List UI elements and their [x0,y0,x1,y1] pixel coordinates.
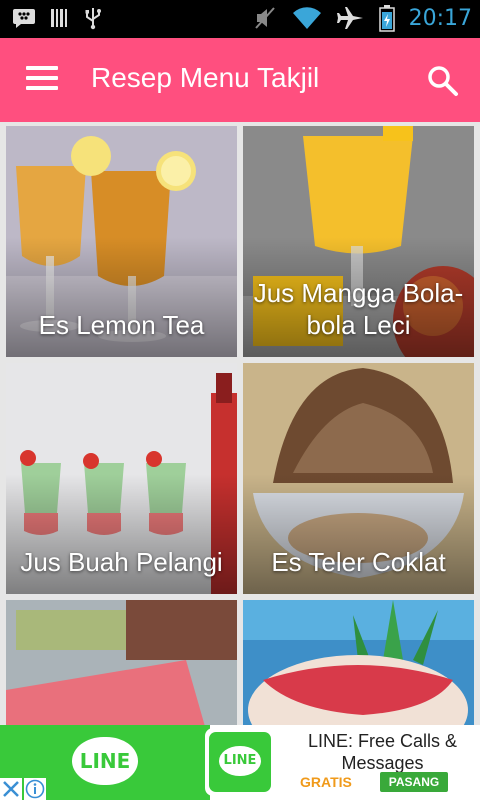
ad-title: LINE: Free Calls & Messages [307,731,458,773]
status-bar: 20:17 [0,0,480,38]
recipe-card[interactable]: Es Lemon Tea [6,126,237,357]
recipe-image [6,600,237,728]
battery-icon [378,4,395,32]
info-icon[interactable] [24,778,46,800]
app-bar: Resep Menu Takjil [0,38,480,122]
wifi-icon [291,5,323,31]
recipe-title: Jus Mangga Bola-bola Leci [253,278,464,340]
ad-banner[interactable]: LINE LINE LINE: Free Calls & Messages GR… [0,725,480,800]
line-app-icon[interactable]: LINE [205,728,275,796]
recipe-image [243,600,474,728]
hamburger-menu-icon[interactable] [26,66,58,94]
recipe-card[interactable]: Jus Buah Pelangi [6,363,237,594]
recipe-title: Es Teler Coklat [271,547,446,577]
ad-price: GRATIS [300,774,352,790]
recipe-title: Jus Buah Pelangi [20,547,223,577]
install-button[interactable]: PASANG [380,772,448,792]
airplane-icon [336,5,365,31]
barcode-icon [50,7,70,29]
bbm-icon [12,7,36,29]
close-icon[interactable] [0,778,22,800]
recipe-card[interactable]: Es Teler Coklat [243,363,474,594]
recipe-card[interactable] [6,600,237,728]
recipe-card[interactable]: Jus Mangga Bola-bola Leci [243,126,474,357]
recipe-card[interactable] [243,600,474,728]
search-icon[interactable] [426,64,460,98]
recipe-title: Es Lemon Tea [38,310,205,340]
app-title: Resep Menu Takjil [91,62,320,93]
recipe-grid: Es Lemon Tea Jus Mangga Bola-bola Leci J… [0,122,480,728]
status-time: 20:17 [408,5,472,31]
mute-icon [253,5,277,31]
usb-icon [84,6,102,30]
line-logo: LINE [72,737,138,785]
